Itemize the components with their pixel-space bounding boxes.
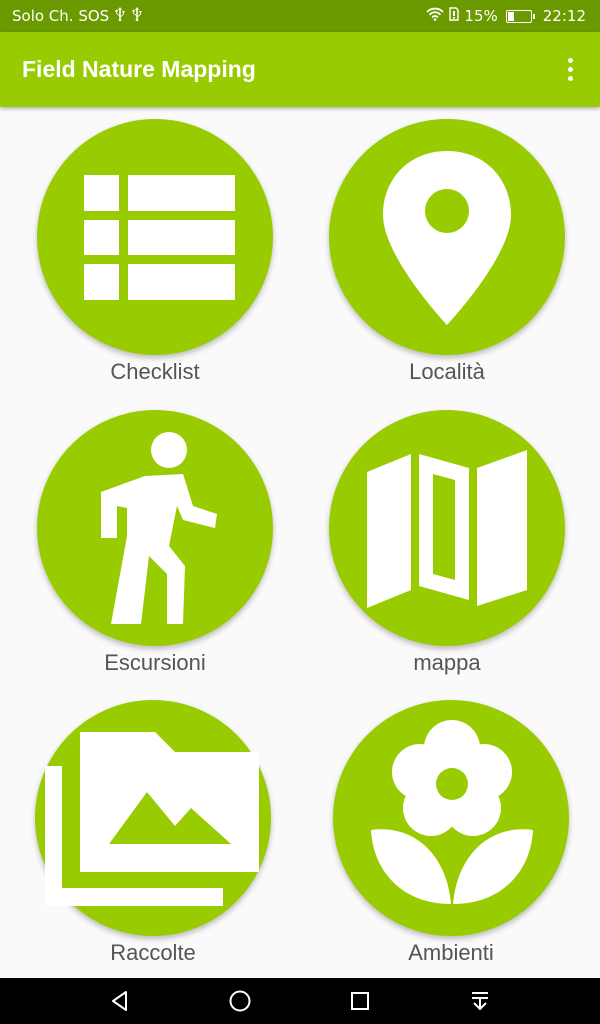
tile-checklist[interactable]: Checklist [35, 119, 275, 409]
photo-folder-icon [45, 732, 259, 906]
checklist-button[interactable] [37, 119, 273, 355]
sim-icon [449, 7, 460, 25]
mappa-button[interactable] [329, 410, 565, 646]
battery-icon [505, 9, 535, 23]
app-bar: Field Nature Mapping [0, 32, 600, 107]
notifications-pull-icon[interactable] [460, 981, 500, 1021]
carrier-text: Solo Ch. SOS [12, 7, 110, 25]
tile-raccolte[interactable]: Raccolte [33, 700, 273, 990]
ambienti-button[interactable] [333, 700, 569, 936]
flower-icon [371, 720, 533, 904]
location-pin-icon [383, 151, 511, 325]
tile-label: Località [409, 359, 485, 384]
tile-label: Checklist [110, 359, 200, 384]
recents-icon[interactable] [340, 981, 380, 1021]
app-title: Field Nature Mapping [22, 56, 256, 82]
usb-icon [131, 7, 143, 25]
back-icon[interactable] [100, 981, 140, 1021]
status-bar: Solo Ch. SOS 15% 22:12 [0, 0, 600, 32]
usb-icon [114, 7, 126, 25]
navigation-bar [0, 978, 600, 1024]
tile-label: Ambienti [408, 940, 494, 965]
status-left: Solo Ch. SOS [12, 7, 143, 25]
home-icon[interactable] [220, 981, 260, 1021]
battery-percent: 15% [464, 7, 498, 25]
raccolte-button[interactable] [35, 700, 271, 936]
wifi-icon [426, 7, 445, 25]
hiker-icon [101, 432, 217, 624]
tile-localita[interactable]: Località [327, 119, 567, 409]
tile-mappa[interactable]: mappa [327, 410, 567, 700]
tile-label: mappa [413, 650, 481, 675]
more-vert-icon[interactable] [558, 50, 582, 90]
tile-label: Raccolte [110, 940, 196, 965]
escursioni-button[interactable] [37, 410, 273, 646]
clock: 22:12 [542, 7, 586, 25]
localita-button[interactable] [329, 119, 565, 355]
list-icon [84, 175, 235, 300]
tile-ambienti[interactable]: Ambienti [331, 700, 571, 990]
map-icon [367, 450, 527, 608]
tile-label: Escursioni [104, 650, 206, 675]
status-right: 15% 22:12 [426, 7, 586, 25]
tile-escursioni[interactable]: Escursioni [35, 410, 275, 700]
